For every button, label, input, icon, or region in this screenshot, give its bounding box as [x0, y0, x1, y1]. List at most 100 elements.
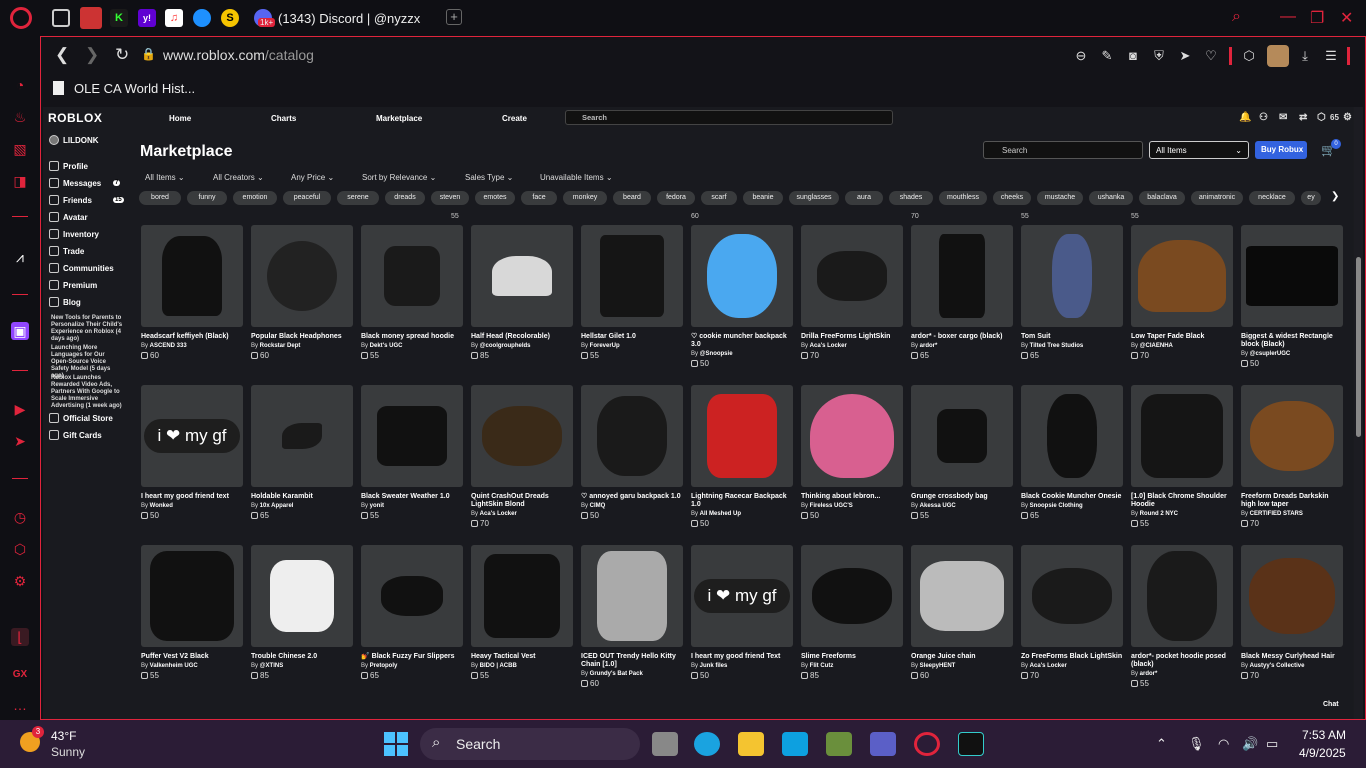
taskbar-search[interactable]: ⌕ Search [420, 728, 640, 760]
item-creator[interactable]: Fireless UGC'S [810, 503, 853, 509]
item-name[interactable]: Black money spread hoodie [361, 333, 463, 341]
battery-icon[interactable]: ▭ [1266, 736, 1278, 752]
item-creator[interactable]: Grundy's Bat Pack [590, 671, 643, 677]
tag-chip[interactable]: dreads [385, 191, 425, 205]
item-thumbnail[interactable] [911, 545, 1013, 647]
tag-chip[interactable]: balaclava [1139, 191, 1185, 205]
item-thumbnail[interactable] [1241, 225, 1343, 327]
catalog-item-card[interactable]: 💅 Black Fuzzy Fur Slippers By Pretopoly 65 [361, 545, 463, 695]
filter-price[interactable]: Any Price ⌄ [291, 173, 334, 182]
item-name[interactable]: Lightning Racecar Backpack 1.0 [691, 493, 793, 509]
item-creator[interactable]: Valkenheim UGC [150, 663, 198, 669]
buy-robux-button[interactable]: Buy Robux [1255, 141, 1307, 159]
download-icon[interactable]: ⤓ [1297, 48, 1313, 64]
item-thumbnail[interactable] [361, 545, 463, 647]
nav-charts[interactable]: Charts [271, 114, 296, 123]
history-icon[interactable]: ◷ [11, 508, 29, 526]
scrollbar[interactable] [1354, 107, 1363, 719]
minecraft-icon[interactable] [826, 732, 852, 756]
settings-icon[interactable]: ⚙ [11, 572, 29, 590]
item-thumbnail[interactable] [251, 385, 353, 487]
item-name[interactable]: Low Taper Fade Black [1131, 333, 1233, 341]
item-name[interactable]: Tom Suit [1021, 333, 1123, 341]
item-thumbnail[interactable] [911, 385, 1013, 487]
adblock-icon[interactable]: ⛨ [1151, 48, 1167, 64]
item-creator[interactable]: Flit Cutz [810, 663, 834, 669]
filter-sort[interactable]: Sort by Relevance ⌄ [362, 173, 436, 182]
chevron-right-icon[interactable]: ❯ [1331, 191, 1339, 202]
item-thumbnail[interactable] [251, 545, 353, 647]
item-creator[interactable]: BIDO | ACBB [480, 663, 517, 669]
catalog-item-card[interactable]: Trouble Chinese 2.0 By @XTINS 85 [251, 545, 353, 695]
item-creator[interactable]: @CIAENHA [1140, 343, 1173, 349]
roblox-logo[interactable]: ROBLOX [48, 111, 102, 125]
item-creator[interactable]: Snoopsie Clothing [1030, 503, 1083, 509]
kick-tab-icon[interactable]: K [110, 9, 128, 27]
tag-chip[interactable]: emotes [475, 191, 515, 205]
catalog-item-card[interactable]: Black money spread hoodie By Dekt's UGC 55 [361, 225, 463, 375]
messages-icon[interactable]: ✉ [1279, 112, 1287, 123]
tag-chip[interactable]: ushanka [1089, 191, 1133, 205]
edge-icon[interactable] [694, 732, 720, 756]
volume-icon[interactable]: 🔊 [1242, 736, 1258, 752]
new-tab-button[interactable]: + [446, 9, 462, 25]
store-icon[interactable] [782, 732, 808, 756]
back-button[interactable]: ❮ [55, 45, 71, 65]
item-creator[interactable]: ardor* [1140, 671, 1158, 677]
item-name[interactable]: Freeform Dreads Darkskin high low taper [1241, 493, 1343, 509]
item-name[interactable]: 💅 Black Fuzzy Fur Slippers [361, 653, 463, 661]
item-thumbnail[interactable] [1241, 545, 1343, 647]
tag-chip[interactable]: face [521, 191, 557, 205]
tag-chip[interactable]: serene [337, 191, 379, 205]
roblox-tab-icon[interactable] [80, 7, 102, 29]
item-name[interactable]: Grunge crossbody bag [911, 493, 1013, 501]
tag-chip[interactable]: peaceful [283, 191, 331, 205]
opera-gx-icon[interactable] [914, 732, 940, 756]
catalog-item-card[interactable]: ♡ cookie muncher backpack 3.0 By @Snoopsi… [691, 225, 793, 375]
blog-news-item[interactable]: New Tools for Parents to Personalize The… [51, 315, 123, 343]
menu-profile[interactable]: Profile [49, 161, 88, 171]
catalog-item-card[interactable]: Headscarf keffiyeh (Black) By ASCEND 333 6… [141, 225, 243, 375]
menu-icon[interactable]: ☰ [1323, 48, 1339, 64]
item-creator[interactable]: Akessa UGC [920, 503, 956, 509]
menu-trade[interactable]: Trade [49, 246, 84, 256]
catalog-item-card[interactable]: Holdable Karambit By 10x Apparel 65 [251, 385, 353, 535]
send-icon[interactable]: ➤ [11, 432, 29, 450]
catalog-item-card[interactable]: Black Sweater Weather 1.0 By yonit 55 [361, 385, 463, 535]
catalog-item-card[interactable]: Quint CrashOut Dreads LightSkin Blond By … [471, 385, 573, 535]
catalog-item-card[interactable]: Slime Freeforms By Flit Cutz 85 [801, 545, 903, 695]
reload-button[interactable]: ↻ [115, 45, 131, 65]
item-name[interactable]: Thinking about lebron... [801, 493, 903, 501]
tag-chip[interactable]: emotion [233, 191, 277, 205]
item-thumbnail[interactable] [1241, 385, 1343, 487]
catalog-item-card[interactable]: Zo FreeForms Black LightSkin By Aca's Loc… [1021, 545, 1123, 695]
s-tab-icon[interactable]: S [221, 9, 239, 27]
menu-communities[interactable]: Communities [49, 263, 114, 273]
edit-icon[interactable]: ✎ [1099, 48, 1115, 64]
item-name[interactable]: Zo FreeForms Black LightSkin [1021, 653, 1123, 661]
item-thumbnail[interactable] [361, 385, 463, 487]
catalog-item-card[interactable]: Puffer Vest V2 Black By Valkenheim UGC 55 [141, 545, 243, 695]
item-creator[interactable]: All Meshed Up [700, 511, 741, 517]
catalog-item-card[interactable]: i ❤ my gf I heart my good friend Text By J… [691, 545, 793, 695]
notification-icon[interactable]: 🔔 [1239, 112, 1251, 123]
item-creator[interactable]: 10x Apparel [260, 503, 294, 509]
item-thumbnail[interactable] [801, 225, 903, 327]
catalog-item-card[interactable]: Black Messy Curlyhead Hair By Austyy's Co… [1241, 545, 1343, 695]
item-name[interactable]: Headscarf keffiyeh (Black) [141, 333, 243, 341]
tag-chip[interactable]: aura [845, 191, 883, 205]
catalog-item-card[interactable]: Thinking about lebron... By Fireless UGC'… [801, 385, 903, 535]
item-thumbnail[interactable] [471, 385, 573, 487]
menu-official-store[interactable]: Official Store [49, 413, 113, 423]
item-creator[interactable]: CIMQ [590, 503, 606, 509]
item-thumbnail[interactable] [1131, 385, 1233, 487]
item-thumbnail[interactable] [691, 225, 793, 327]
chevron-up-icon[interactable]: ⌃ [1156, 736, 1167, 752]
yahoo-tab-icon[interactable]: y! [138, 9, 156, 27]
tag-chip[interactable]: sunglasses [789, 191, 839, 205]
windows-start-icon[interactable] [384, 732, 408, 756]
gamepad-tab-icon[interactable] [52, 9, 70, 27]
item-thumbnail[interactable] [471, 545, 573, 647]
nav-home[interactable]: Home [169, 114, 191, 123]
heart-icon[interactable]: ♡ [1203, 48, 1219, 64]
